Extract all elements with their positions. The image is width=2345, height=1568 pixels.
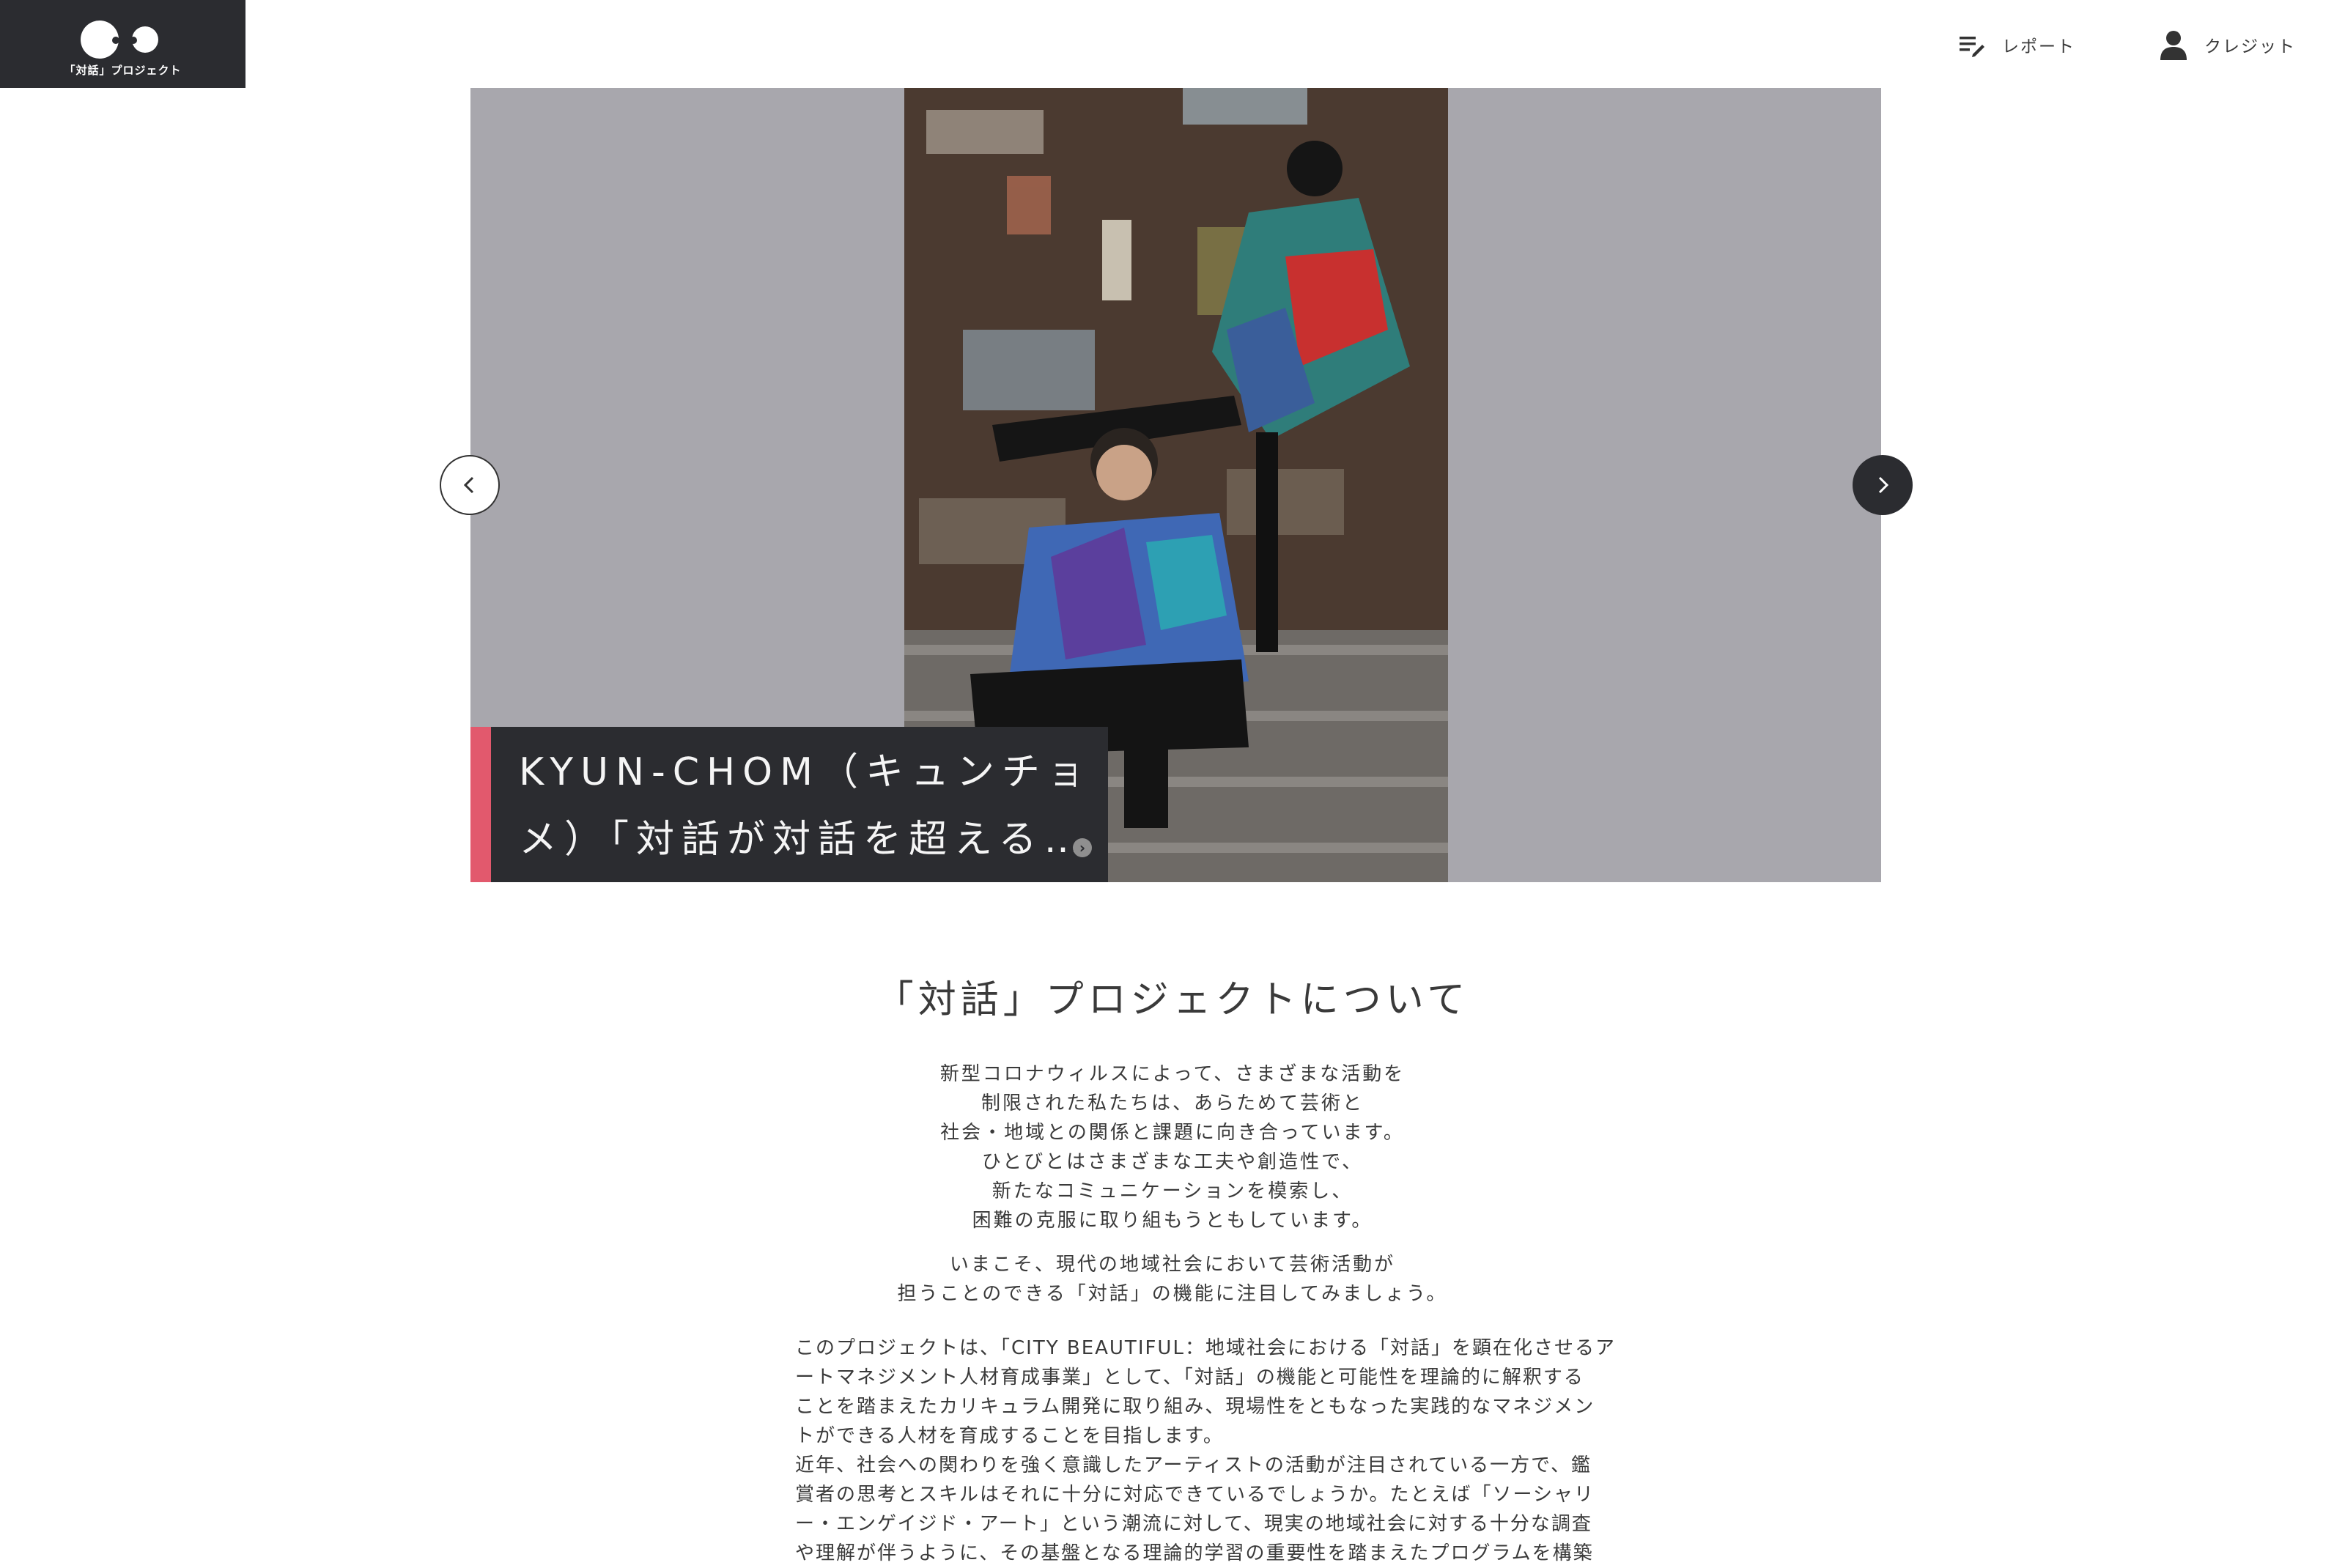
intro-line: 困難の克服に取り組もうともしています。	[972, 1210, 1373, 1232]
intro-line: 制限された私たちは、あらためて芸術と	[981, 1092, 1364, 1114]
slide-caption-title: KYUN-CHOM（キュンチョ メ）「対話が対話を超える…	[519, 739, 1076, 873]
body-line: ことを踏まえたカリキュラム開発に取り組み、現場性をともなった実践的なマネジメン	[795, 1396, 1595, 1418]
about-emphasis: いまこそ、現代の地域社会において芸術活動が 担うことのできる「対話」の機能に注目…	[0, 1250, 2345, 1309]
caption-line: KYUN-CHOM（キュンチョ	[519, 750, 1076, 794]
intro-line: ひとびとはさまざまな工夫や創造性で、	[981, 1151, 1364, 1173]
body-line: ートマネジメント人材育成事業」として、「対話」の機能と可能性を理論的に解釈する	[795, 1367, 1584, 1388]
hero-slider[interactable]: KYUN-CHOM（キュンチョ メ）「対話が対話を超える… ›	[470, 88, 1881, 882]
report-icon	[1960, 37, 1984, 57]
chevron-left-icon	[463, 476, 474, 494]
intro-line: 新たなコミュニケーションを模索し、	[991, 1180, 1354, 1202]
slider-next-button[interactable]	[1853, 455, 1913, 515]
caption-accent-bar	[470, 727, 491, 882]
intro-line: 新型コロナウィルスによって、さまざまな活動を	[939, 1063, 1406, 1085]
chevron-right-icon	[1878, 476, 1889, 494]
nav-credit-label: クレジット	[2204, 37, 2296, 56]
body-line: や理解が伴うように、その基盤となる理論的学習の重要性を踏まえたプログラムを構築	[795, 1542, 1594, 1564]
logo-mark-icon	[81, 21, 158, 59]
about-title: 「対話」プロジェクトについて	[875, 978, 1470, 1022]
body-line: 賞者の思考とスキルはそれに十分に対応できているでしょうか。たとえば「ソーシャリ	[795, 1484, 1595, 1506]
emphasis-line: いまこそ、現代の地域社会において芸術活動が	[949, 1254, 1396, 1276]
logo-text: 「対話」プロジェクト	[64, 64, 182, 77]
body-line: 近年、社会への関わりを強く意識したアーティストの活動が注目されている一方で、鑑	[795, 1454, 1592, 1476]
site-logo[interactable]: 「対話」プロジェクト	[0, 0, 245, 88]
nav-credit-link[interactable]: クレジット	[2159, 26, 2296, 63]
caption-line: メ）「対話が対話を超える…	[519, 818, 1076, 862]
nav-report-link[interactable]: レポート	[1958, 26, 2075, 63]
intro-line: 社会・地域との関係と課題に向き合っています。	[940, 1122, 1405, 1144]
about-intro: 新型コロナウィルスによって、さまざまな活動を 制限された私たちは、あらためて芸術…	[0, 1059, 2345, 1235]
body-line: トができる人材を育成することを目指します。	[795, 1425, 1224, 1447]
body-line: このプロジェクトは、「CITY BEAUTIFUL：地域社会における「対話」を顕…	[795, 1337, 1616, 1359]
slide-caption[interactable]: KYUN-CHOM（キュンチョ メ）「対話が対話を超える… ›	[470, 727, 1108, 882]
body-line: ー・エンゲイジド・アート」という潮流に対して、現実の地域社会に対する十分な調査	[795, 1513, 1592, 1535]
chevron-right-small-icon[interactable]: ›	[1073, 838, 1092, 857]
about-body: このプロジェクトは、「CITY BEAUTIFUL：地域社会における「対話」を顕…	[795, 1334, 1616, 1568]
slider-prev-button[interactable]	[440, 455, 500, 515]
nav-report-label: レポート	[2002, 37, 2075, 56]
user-icon	[2160, 31, 2187, 60]
emphasis-line: 担うことのできる「対話」の機能に注目してみましょう。	[897, 1283, 1448, 1305]
